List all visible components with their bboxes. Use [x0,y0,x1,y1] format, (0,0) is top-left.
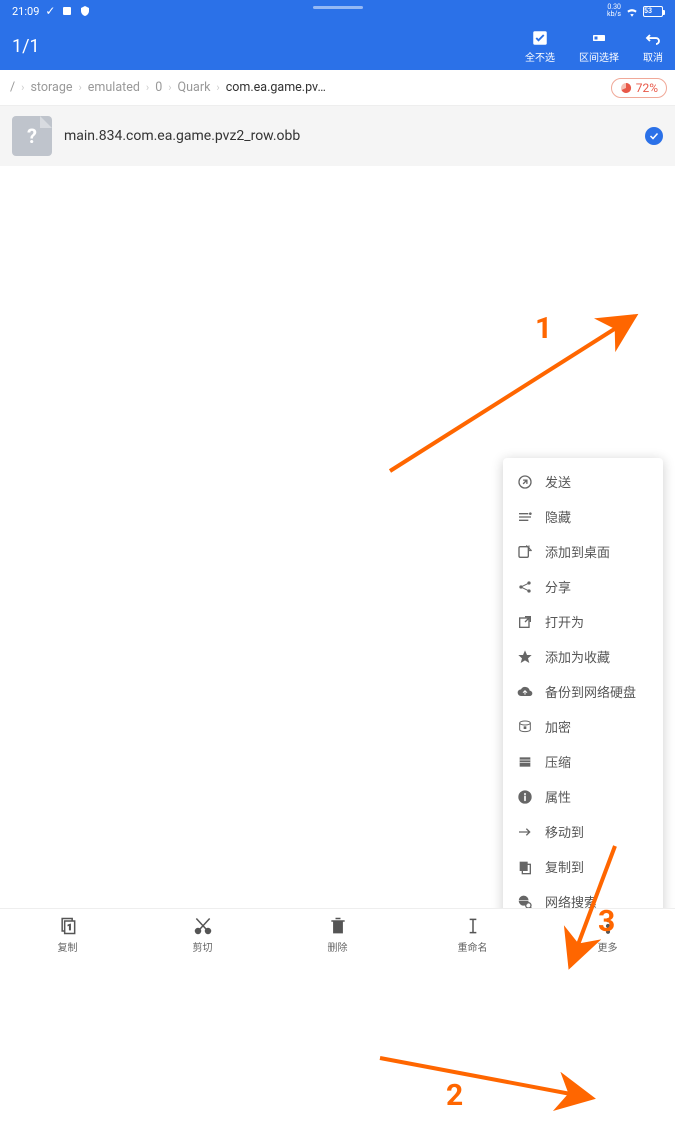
cut-button[interactable]: 剪切 [135,909,270,960]
deselect-all-button[interactable]: 全不选 [525,29,555,64]
popup-item-properties[interactable]: 属性 [503,779,663,814]
popup-item-open-as[interactable]: 打开为 [503,604,663,639]
checkbox-checked-icon [531,29,549,47]
file-row[interactable]: ? main.834.com.ea.game.pvz2_row.obb [0,106,675,166]
wifi-icon [625,6,639,17]
copy-icon: 1 [58,916,78,936]
file-type-icon: ? [12,116,52,156]
open-as-icon [517,614,533,630]
move-icon [517,824,533,840]
scissors-icon [193,916,213,936]
selected-check-icon[interactable] [645,127,663,145]
popup-item-add-desktop[interactable]: 添加到桌面 [503,534,663,569]
chevron-right-icon: › [166,81,173,94]
crumb-root[interactable]: / [8,80,17,95]
rename-button[interactable]: 重命名 [405,909,540,960]
net-speed: 0.30kb/s [607,4,621,19]
chevron-right-icon: › [76,81,83,94]
pie-chart-icon [620,82,632,94]
breadcrumb-row: / › storage › emulated › 0 › Quark › com… [0,70,675,106]
popup-item-share[interactable]: 分享 [503,569,663,604]
range-icon [590,29,608,47]
add-desktop-icon [517,544,533,560]
hide-icon [517,509,533,525]
status-bar: 21:09 ✓ 0.30kb/s 53 [0,0,675,22]
annotation-label-1: 1 [535,311,552,346]
bottom-toolbar: 1 复制 剪切 删除 重命名 更多 [0,908,675,960]
battery-icon: 53 [643,6,663,17]
star-icon [517,649,533,665]
status-app-icon [61,5,73,17]
status-shield-icon [79,5,91,17]
delete-button[interactable]: 删除 [270,909,405,960]
more-actions-popup: 发送 隐藏 添加到桌面 分享 打开为 添加为收藏 备份到网络硬盘 加密 压缩 属… [503,458,663,925]
popup-item-cloud-backup[interactable]: 备份到网络硬盘 [503,674,663,709]
chevron-right-icon: › [19,81,26,94]
cancel-button[interactable]: 取消 [643,29,663,64]
trash-icon [328,916,348,936]
more-dots-icon [598,916,618,936]
copy-to-icon [517,859,533,875]
range-select-button[interactable]: 区间选择 [579,29,619,64]
compress-icon [517,754,533,770]
storage-badge[interactable]: 72% [611,78,667,98]
crumb-emulated[interactable]: emulated [86,80,142,95]
crumb-0[interactable]: 0 [153,80,164,95]
status-time: 21:09 [12,5,39,18]
file-name: main.834.com.ea.game.pvz2_row.obb [64,128,633,144]
selection-header: 1/1 全不选 区间选择 取消 [0,22,675,70]
undo-icon [644,29,662,47]
chevron-right-icon: › [214,81,221,94]
breadcrumb[interactable]: / › storage › emulated › 0 › Quark › com… [8,80,328,95]
crumb-current[interactable]: com.ea.game.pv… [224,80,328,95]
popup-item-send[interactable]: 发送 [503,464,663,499]
encrypt-icon [517,719,533,735]
popup-item-copy-to[interactable]: 复制到 [503,849,663,884]
send-icon [517,474,533,490]
info-icon [517,789,533,805]
cloud-icon [517,684,533,700]
status-check-icon: ✓ [45,4,55,18]
popup-item-compress[interactable]: 压缩 [503,744,663,779]
annotation-label-2: 2 [446,1078,463,1113]
popup-item-move-to[interactable]: 移动到 [503,814,663,849]
popup-item-encrypt[interactable]: 加密 [503,709,663,744]
gesture-pill [313,6,363,9]
more-button[interactable]: 更多 [540,909,675,960]
popup-item-hide[interactable]: 隐藏 [503,499,663,534]
popup-item-favorite[interactable]: 添加为收藏 [503,639,663,674]
rename-icon [463,916,483,936]
svg-text:1: 1 [67,923,72,933]
copy-button[interactable]: 1 复制 [0,909,135,960]
selection-counter: 1/1 [12,36,40,57]
crumb-quark[interactable]: Quark [176,80,213,95]
chevron-right-icon: › [144,81,151,94]
share-icon [517,579,533,595]
crumb-storage[interactable]: storage [28,80,74,95]
